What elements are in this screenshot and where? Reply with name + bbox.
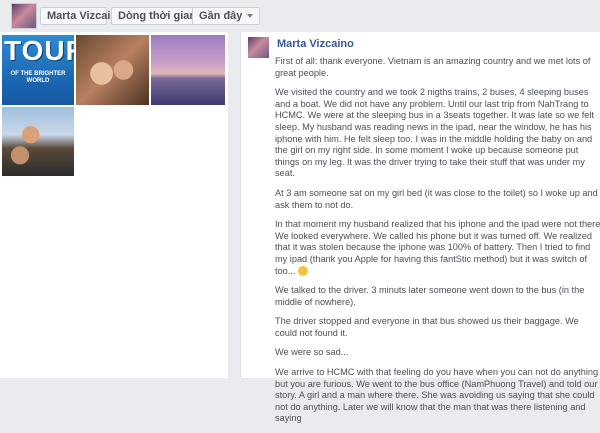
post-paragraph: We were so sad...: [275, 347, 349, 358]
photo-sunset[interactable]: [151, 35, 225, 105]
post-paragraph: At 3 am someone sat on my girl bed (it w…: [275, 187, 598, 210]
chevron-down-icon: [247, 14, 254, 19]
post-paragraph: We talked to the driver. 3 minuts later …: [275, 285, 585, 307]
profile-avatar[interactable]: [11, 3, 37, 29]
top-bar: Marta Vizcaino Dòng thời gian Gần đây: [0, 0, 600, 32]
recent-label: Gần đây: [199, 10, 243, 22]
post-paragraph-text: In that moment my husband realized that …: [275, 219, 600, 276]
tour-title: TOUR: [4, 35, 74, 66]
photo-girls[interactable]: [2, 107, 74, 176]
post-paragraph: We visited the country and we took 2 nig…: [275, 87, 595, 179]
tour-subtitle: OF THE BRIGHTER WORLD: [10, 71, 66, 84]
post-paragraph: First of all: thank everyone. Vietnam is…: [275, 56, 591, 78]
author-avatar[interactable]: [248, 37, 269, 58]
post-author[interactable]: Marta Vizcaino: [277, 38, 354, 50]
photo-tour[interactable]: TOUR OF THE BRIGHTER WORLD: [2, 35, 74, 105]
smiley-icon: [298, 265, 309, 276]
post-paragraph: We arrive to HCMC with that feeling do y…: [275, 367, 599, 424]
post-paragraph: The driver stopped and everyone in that …: [275, 316, 579, 338]
post-paragraph: In that moment my husband realized that …: [275, 219, 600, 277]
post-body: First of all: thank everyone. Vietnam is…: [275, 56, 600, 433]
recent-dropdown[interactable]: Gần đây: [192, 7, 260, 25]
post: Marta Vizcaino First of all: thank every…: [240, 32, 600, 423]
photo-selfie[interactable]: [76, 35, 149, 105]
profile-name-button[interactable]: Marta Vizcaino: [40, 7, 124, 25]
timeline-label: Dòng thời gian: [118, 10, 197, 22]
photo-grid: TOUR OF THE BRIGHTER WORLD: [0, 32, 228, 378]
